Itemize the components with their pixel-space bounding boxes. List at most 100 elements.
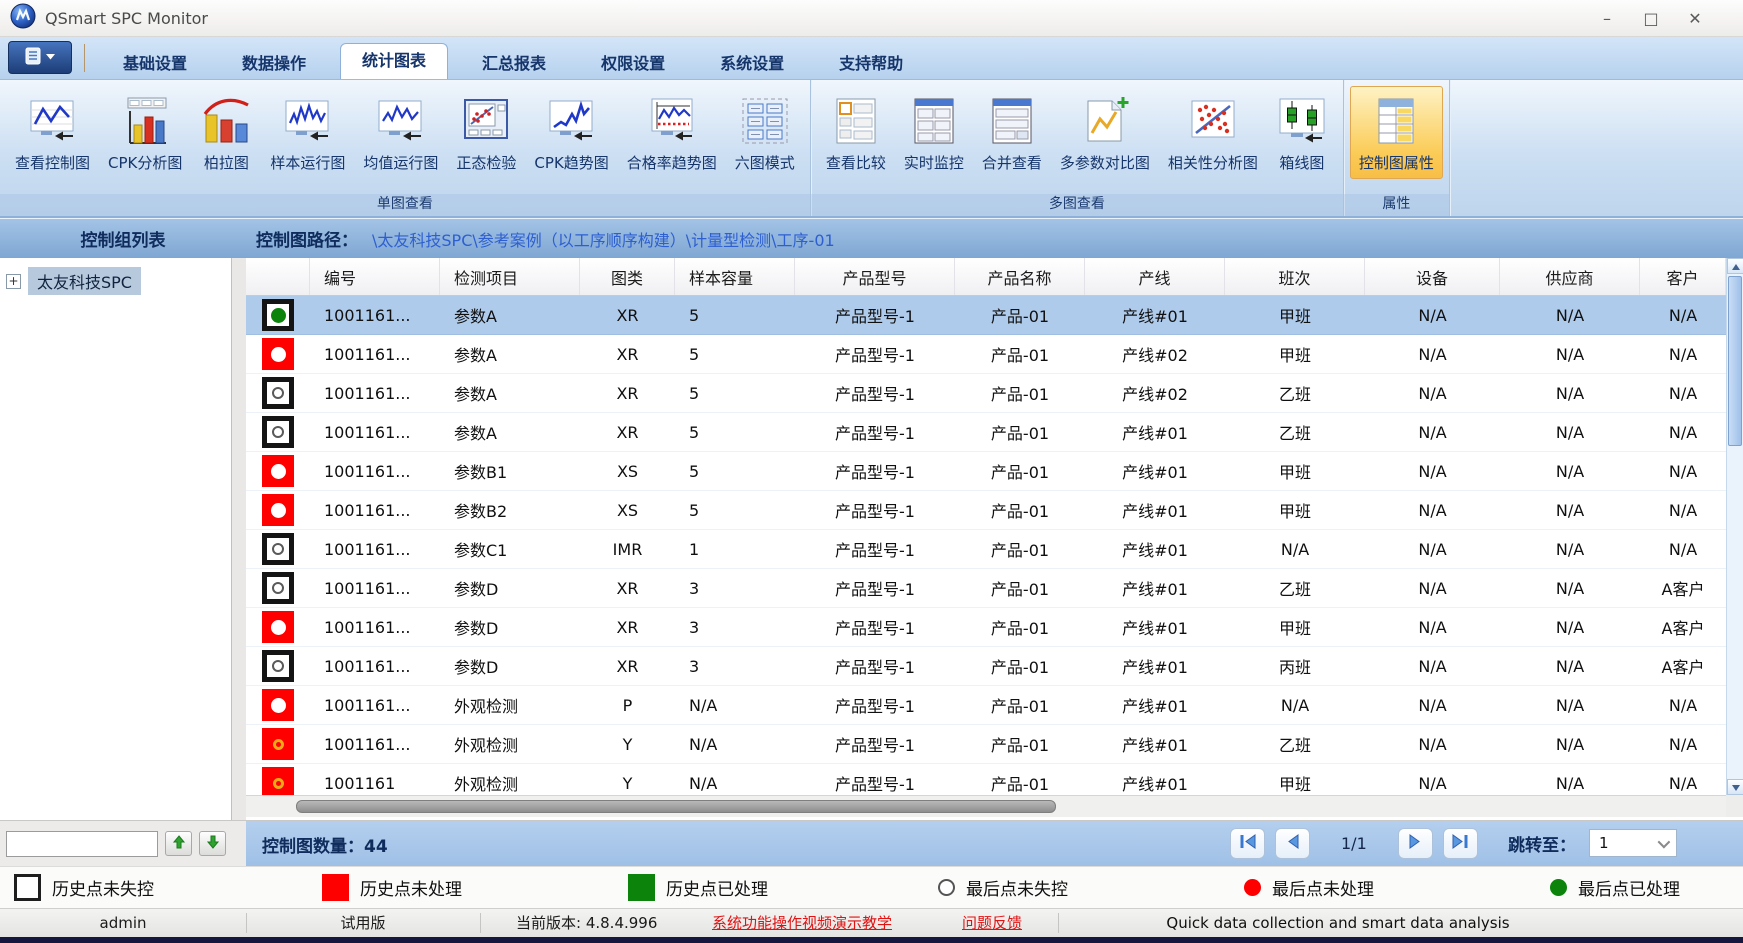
table-row[interactable]: 1001161...参数B2XS5产品型号-1产品-01产线#01甲班N/AN/… xyxy=(246,491,1743,530)
tab-system-settings[interactable]: 系统设置 xyxy=(699,48,805,79)
first-page-button[interactable] xyxy=(1230,828,1265,859)
column-header-sample-size[interactable]: 样本容量 xyxy=(675,258,795,295)
scroll-up-icon[interactable] xyxy=(1727,258,1743,274)
feedback-link[interactable]: 问题反馈 xyxy=(962,909,1022,937)
table-row[interactable]: 1001161...参数C1IMR1产品型号-1产品-01产线#01N/AN/A… xyxy=(246,530,1743,569)
ribbon-item-realtime-monitor[interactable]: 实时监控 xyxy=(895,86,973,179)
close-button[interactable]: ✕ xyxy=(1673,9,1717,28)
scroll-down-icon[interactable] xyxy=(1727,779,1743,795)
cell-line: 产线#01 xyxy=(1085,296,1225,334)
control-group-list-title: 控制组列表 xyxy=(0,226,246,251)
cell-id: 1001161... xyxy=(310,452,440,490)
control-chart-icon xyxy=(27,95,79,147)
cell-customer: N/A xyxy=(1640,530,1726,568)
vertical-scrollbar[interactable] xyxy=(1726,258,1743,795)
move-up-button[interactable] xyxy=(165,831,192,856)
cell-product-name: 产品-01 xyxy=(955,413,1085,451)
cell-item: 参数C1 xyxy=(440,530,580,568)
tree-item-root[interactable]: 太友科技SPC xyxy=(0,258,231,295)
last-page-button[interactable] xyxy=(1443,828,1478,859)
cell-device: N/A xyxy=(1365,452,1500,490)
video-tutorial-link[interactable]: 系统功能操作视频演示教学 xyxy=(712,909,892,937)
ribbon-item-boxplot[interactable]: 箱线图 xyxy=(1267,86,1337,179)
menu-bar: 基础设置数据操作统计图表汇总报表权限设置系统设置支持帮助 xyxy=(0,37,1743,80)
ribbon-item-label: 样本运行图 xyxy=(270,152,345,173)
ribbon-item-multi-param[interactable]: 多参数对比图 xyxy=(1051,86,1159,179)
table-row[interactable]: 1001161...参数DXR3产品型号-1产品-01产线#01丙班N/AN/A… xyxy=(246,647,1743,686)
column-header-line[interactable]: 产线 xyxy=(1085,258,1225,295)
column-header-id[interactable]: 编号 xyxy=(310,258,440,295)
group-filter-input[interactable] xyxy=(6,831,158,857)
next-page-button[interactable] xyxy=(1398,828,1433,859)
ribbon-item-correlation[interactable]: 相关性分析图 xyxy=(1159,86,1267,179)
column-header-shift[interactable]: 班次 xyxy=(1225,258,1365,295)
column-header-supplier[interactable]: 供应商 xyxy=(1500,258,1640,295)
table-row[interactable]: 1001161...参数AXR5产品型号-1产品-01产线#01甲班N/AN/A… xyxy=(246,296,1743,335)
tab-help[interactable]: 支持帮助 xyxy=(818,48,924,79)
cell-product-model: 产品型号-1 xyxy=(795,491,955,529)
column-header-product-name[interactable]: 产品名称 xyxy=(955,258,1085,295)
horizontal-scrollbar[interactable] xyxy=(246,795,1726,817)
table-row[interactable]: 1001161...参数DXR3产品型号-1产品-01产线#01甲班N/AN/A… xyxy=(246,608,1743,647)
table-row[interactable]: 1001161...外观检测PN/A产品型号-1产品-01产线#01N/AN/A… xyxy=(246,686,1743,725)
ribbon-item-passrate-trend[interactable]: 合格率趋势图 xyxy=(618,86,726,179)
table-row[interactable]: 1001161...参数AXR5产品型号-1产品-01产线#02甲班N/AN/A… xyxy=(246,335,1743,374)
table-row[interactable]: 1001161...参数DXR3产品型号-1产品-01产线#01乙班N/AN/A… xyxy=(246,569,1743,608)
ribbon-item-merge-view[interactable]: 合并查看 xyxy=(973,86,1051,179)
ribbon-item-sample-run[interactable]: 样本运行图 xyxy=(261,86,354,179)
ribbon-item-mean-run[interactable]: 均值运行图 xyxy=(354,86,447,179)
column-header-customer[interactable]: 客户 xyxy=(1640,258,1726,295)
tab-data-operation[interactable]: 数据操作 xyxy=(221,48,327,79)
cell-device: N/A xyxy=(1365,764,1500,795)
cell-line: 产线#01 xyxy=(1085,764,1225,795)
group-tools xyxy=(0,821,246,866)
column-header-status[interactable] xyxy=(246,258,310,295)
cell-device: N/A xyxy=(1365,725,1500,763)
cell-device: N/A xyxy=(1365,569,1500,607)
cell-product-model: 产品型号-1 xyxy=(795,686,955,724)
cell-line: 产线#01 xyxy=(1085,530,1225,568)
cell-supplier: N/A xyxy=(1500,296,1640,334)
table-row[interactable]: 1001161...参数AXR5产品型号-1产品-01产线#01乙班N/AN/A… xyxy=(246,413,1743,452)
cell-product-model: 产品型号-1 xyxy=(795,725,955,763)
tree-expander-icon[interactable] xyxy=(6,274,21,289)
page-select-dropdown[interactable]: 1 xyxy=(1589,829,1677,857)
legend-label: 历史点已处理 xyxy=(666,875,768,900)
table-row[interactable]: 1001161...外观检测YN/A产品型号-1产品-01产线#01乙班N/AN… xyxy=(246,725,1743,764)
column-header-item[interactable]: 检测项目 xyxy=(440,258,580,295)
path-bar: 控制组列表 控制图路径： \太友科技SPC\参考案例（以工序顺序构建）\计量型检… xyxy=(0,218,1743,258)
tab-summary-report[interactable]: 汇总报表 xyxy=(461,48,567,79)
table-row[interactable]: 1001161外观检测YN/A产品型号-1产品-01产线#01甲班N/AN/AN… xyxy=(246,764,1743,795)
cell-product-model: 产品型号-1 xyxy=(795,608,955,646)
minimize-button[interactable]: – xyxy=(1585,9,1629,28)
cell-customer: N/A xyxy=(1640,491,1726,529)
ribbon-item-label: 查看比较 xyxy=(826,152,886,173)
cell-device: N/A xyxy=(1365,686,1500,724)
move-down-button[interactable] xyxy=(199,831,226,856)
ribbon-item-normality[interactable]: 正态检验 xyxy=(447,86,525,179)
tab-permissions[interactable]: 权限设置 xyxy=(580,48,686,79)
prev-page-button[interactable] xyxy=(1275,828,1310,859)
ribbon-item-label: 多参数对比图 xyxy=(1060,152,1150,173)
tab-charts[interactable]: 统计图表 xyxy=(340,43,448,79)
cell-item: 参数A xyxy=(440,374,580,412)
column-header-product-model[interactable]: 产品型号 xyxy=(795,258,955,295)
table-row[interactable]: 1001161...参数B1XS5产品型号-1产品-01产线#01甲班N/AN/… xyxy=(246,452,1743,491)
vertical-scroll-thumb[interactable] xyxy=(1728,276,1742,446)
ribbon-item-control-chart[interactable]: 查看控制图 xyxy=(6,86,99,179)
jump-to: 跳转至： 1 xyxy=(1508,829,1677,857)
maximize-button[interactable]: □ xyxy=(1629,9,1673,28)
legend-label: 最后点未处理 xyxy=(1272,875,1374,900)
ribbon-item-six-chart[interactable]: 六图模式 xyxy=(726,86,804,179)
column-header-device[interactable]: 设备 xyxy=(1365,258,1500,295)
ribbon-item-pareto[interactable]: 柏拉图 xyxy=(191,86,261,179)
ribbon-item-view-compare[interactable]: 查看比较 xyxy=(817,86,895,179)
column-header-chart-type[interactable]: 图类 xyxy=(580,258,675,295)
horizontal-scroll-thumb[interactable] xyxy=(296,800,1056,813)
ribbon-item-cpk-analysis[interactable]: CPK分析图 xyxy=(99,86,191,179)
ribbon-item-cpk-trend[interactable]: CPK趋势图 xyxy=(525,86,617,179)
application-menu-button[interactable] xyxy=(8,41,72,74)
ribbon-item-chart-properties[interactable]: 控制图属性 xyxy=(1350,86,1443,179)
tab-base-settings[interactable]: 基础设置 xyxy=(102,48,208,79)
table-row[interactable]: 1001161...参数AXR5产品型号-1产品-01产线#02乙班N/AN/A… xyxy=(246,374,1743,413)
